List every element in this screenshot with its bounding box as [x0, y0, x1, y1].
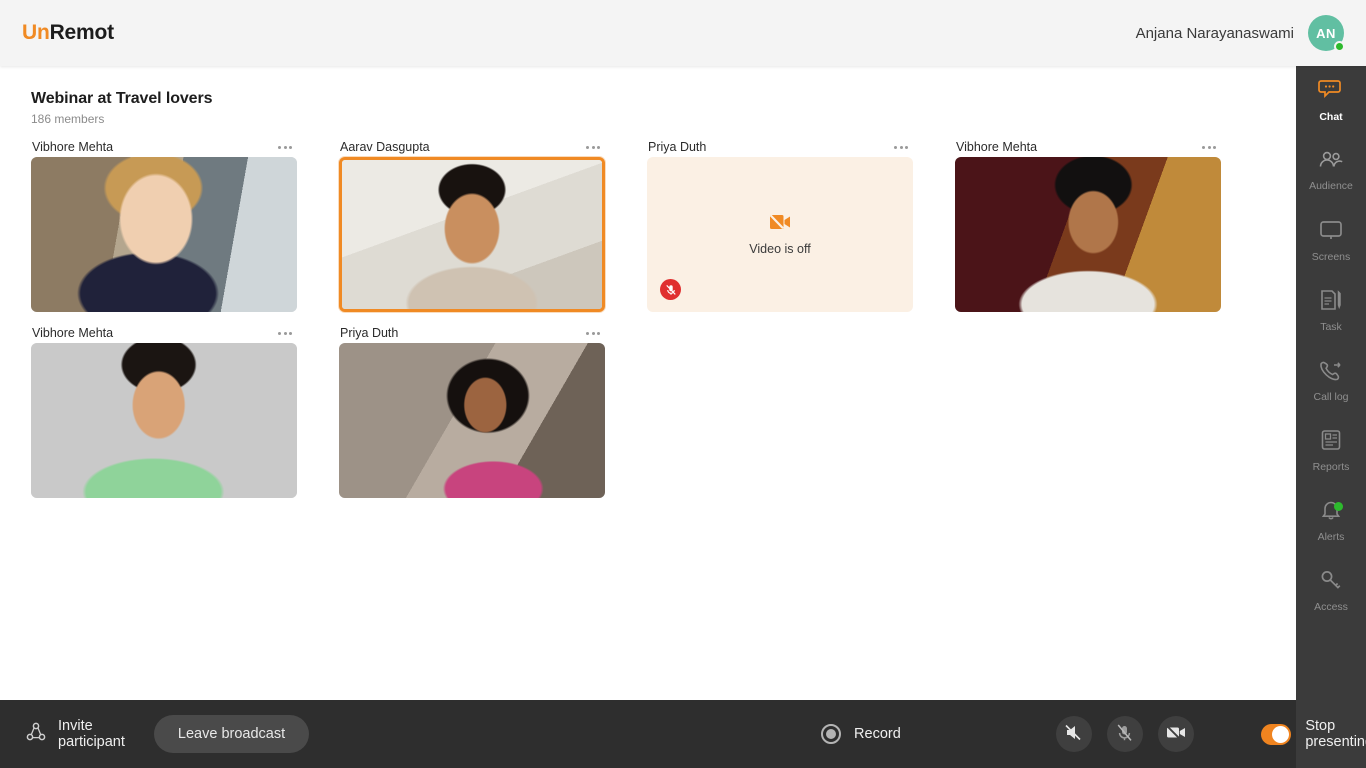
invite-participant-button[interactable]: Invite participant: [0, 700, 125, 768]
tile-header: Priya Duth: [339, 323, 605, 343]
sidebar-item-reports[interactable]: Reports: [1296, 416, 1366, 486]
sidebar-item-access[interactable]: Access: [1296, 556, 1366, 626]
tile-more-options-icon[interactable]: [585, 142, 601, 153]
sidebar-label: Audience: [1309, 180, 1353, 192]
participant-video-frame: [339, 343, 605, 498]
user-name: Anjana Narayanaswami: [1135, 24, 1294, 42]
presenting-toggle[interactable]: [1260, 723, 1292, 745]
media-controls: [1021, 700, 1229, 768]
participant-video-frame: [955, 157, 1221, 312]
sidebar-label: Chat: [1319, 111, 1343, 123]
stop-presenting-control[interactable]: Stop presenting: [1229, 700, 1366, 768]
participant-video-frame: [31, 343, 297, 498]
participant-video[interactable]: [339, 343, 605, 498]
participant-video[interactable]: [339, 157, 605, 312]
sidebar-item-task[interactable]: Task: [1296, 276, 1366, 346]
sidebar-label: Task: [1320, 321, 1342, 333]
mic-off-icon: [1116, 724, 1133, 745]
logo-suffix: Remot: [49, 21, 115, 44]
participant-video-frame: [342, 160, 602, 309]
video-toggle-button[interactable]: [1157, 716, 1194, 752]
reports-icon: [1320, 429, 1342, 456]
sidebar-label: Call log: [1313, 391, 1349, 403]
speaker-toggle-button[interactable]: [1055, 716, 1092, 752]
participant-tile-active[interactable]: Aarav Dasgupta: [339, 137, 605, 312]
video-off-label: Video is off: [749, 241, 811, 256]
tile-header: Vibhore Mehta: [31, 137, 297, 157]
sidebar-item-call-log[interactable]: Call log: [1296, 346, 1366, 416]
sidebar-item-screens[interactable]: Screens: [1296, 206, 1366, 276]
participant-video-frame: [31, 157, 297, 312]
page-title: Webinar at Travel lovers: [31, 90, 213, 107]
participant-video[interactable]: [31, 157, 297, 312]
sidebar-label: Screens: [1311, 250, 1351, 263]
record-button[interactable]: Record: [701, 700, 1021, 768]
participant-tile[interactable]: Vibhore Mehta: [955, 137, 1221, 312]
logo-prefix: Un: [22, 21, 50, 44]
app-logo[interactable]: UnRemot: [22, 21, 114, 45]
sidebar-label: Access: [1314, 601, 1348, 613]
participant-name: Priya Duth: [340, 326, 399, 340]
record-label: Record: [854, 726, 901, 742]
leave-broadcast-section: Leave broadcast: [125, 700, 701, 768]
task-icon: [1319, 289, 1343, 316]
participant-name: Vibhore Mehta: [32, 140, 114, 154]
alerts-notification-badge: [1334, 502, 1343, 511]
tile-more-options-icon[interactable]: [277, 328, 293, 339]
members-count: 186 members: [31, 112, 105, 126]
participant-tile[interactable]: Priya Duth Video is off: [647, 137, 913, 312]
sidebar-label: Reports: [1312, 461, 1350, 473]
participant-video[interactable]: [31, 343, 297, 498]
participant-grid: Vibhore Mehta Aarav Dasgupta Priya Duth …: [31, 137, 1296, 509]
sidebar-label: Alerts: [1317, 531, 1345, 543]
participant-name: Priya Duth: [648, 140, 707, 154]
invite-share-icon: [26, 722, 46, 747]
tile-more-options-icon[interactable]: [1201, 142, 1217, 153]
sidebar-item-alerts[interactable]: Alerts: [1296, 486, 1366, 556]
audience-icon: [1318, 150, 1344, 175]
participant-video[interactable]: [955, 157, 1221, 312]
participant-tile[interactable]: Vibhore Mehta: [31, 323, 297, 498]
app-header: UnRemot Anjana Narayanaswami AN: [0, 0, 1366, 66]
chat-icon: [1318, 79, 1344, 106]
video-off-icon: [769, 213, 791, 235]
tile-header: Aarav Dasgupta: [339, 137, 605, 157]
participant-name: Vibhore Mehta: [32, 326, 114, 340]
screens-icon: [1319, 220, 1343, 246]
main-content: Webinar at Travel lovers 186 members Vib…: [0, 66, 1296, 700]
video-off-icon: [1166, 725, 1186, 743]
participant-tile[interactable]: Priya Duth: [339, 323, 605, 498]
tile-more-options-icon[interactable]: [585, 328, 601, 339]
speaker-off-icon: [1064, 724, 1083, 744]
tile-header: Vibhore Mehta: [955, 137, 1221, 157]
user-menu[interactable]: Anjana Narayanaswami AN: [1135, 15, 1345, 52]
call-log-icon: [1318, 359, 1344, 386]
participant-video-off[interactable]: Video is off: [647, 157, 913, 312]
sidebar-item-chat[interactable]: Chat: [1296, 66, 1366, 136]
online-status-dot: [1334, 41, 1345, 52]
bottom-toolbar: Invite participant Leave broadcast Recor…: [0, 700, 1366, 768]
stop-presenting-label: Stop presenting: [1305, 718, 1366, 750]
toggle-knob: [1272, 725, 1290, 743]
tile-more-options-icon[interactable]: [277, 142, 293, 153]
right-sidebar: Chat Audience Screens Task Call log Repo…: [1296, 66, 1366, 768]
sidebar-item-audience[interactable]: Audience: [1296, 136, 1366, 206]
tile-header: Priya Duth: [647, 137, 913, 157]
participant-name: Aarav Dasgupta: [340, 140, 430, 154]
participant-tile[interactable]: Vibhore Mehta: [31, 137, 297, 312]
webinar-app: UnRemot Anjana Narayanaswami AN Webinar …: [0, 0, 1366, 768]
mic-toggle-button[interactable]: [1106, 716, 1143, 752]
avatar[interactable]: AN: [1308, 15, 1345, 52]
record-icon: [821, 724, 842, 744]
leave-broadcast-button[interactable]: Leave broadcast: [153, 715, 310, 753]
tile-more-options-icon[interactable]: [893, 142, 909, 153]
access-key-icon: [1319, 569, 1343, 596]
mic-muted-badge-icon: [660, 279, 681, 300]
participant-name: Vibhore Mehta: [956, 140, 1038, 154]
tile-header: Vibhore Mehta: [31, 323, 297, 343]
invite-participant-label: Invite participant: [58, 718, 125, 750]
